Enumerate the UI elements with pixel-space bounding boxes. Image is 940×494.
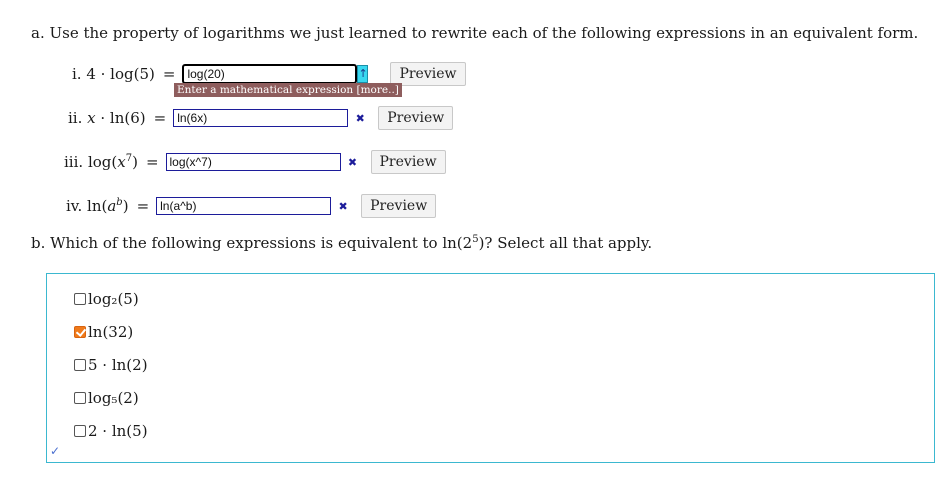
row-ii: ii. x · ln(6) = ln(6x) ✖ Preview	[68, 105, 454, 131]
equals-sign: =	[162, 65, 176, 83]
row-ii-label: ii. x · ln(6)	[68, 109, 146, 127]
checkbox-checked[interactable]	[74, 326, 86, 338]
checkbox[interactable]	[74, 293, 86, 305]
checkmark-icon: ✓	[50, 444, 61, 458]
incorrect-x-icon: ✖	[355, 111, 365, 125]
answer-input-iv[interactable]: ln(a^b)	[156, 197, 332, 215]
incorrect-x-icon: ✖	[338, 199, 348, 213]
input-tooltip: Enter a mathematical expression [more..]	[174, 83, 402, 97]
part-a-prompt: a. Use the property of logarithms we jus…	[31, 24, 919, 42]
row-iv-label: iv. ln(ab)	[66, 197, 129, 215]
choice-option[interactable]: 2 · ln(5)	[74, 422, 148, 440]
equals-sign: =	[145, 153, 159, 171]
incorrect-x-icon: ✖	[347, 155, 358, 169]
answer-input-iii[interactable]: log(x^7)	[165, 153, 341, 171]
row-iii-label: iii. log(x7)	[64, 153, 138, 171]
choice-label: log₅(2)	[88, 389, 139, 407]
choice-label: log₂(5)	[88, 290, 139, 308]
row-iii: iii. log(x7) = log(x^7) ✖ Preview	[64, 149, 446, 175]
preview-button-iv[interactable]: Preview	[361, 194, 437, 218]
choice-option[interactable]: ln(32)	[74, 323, 133, 341]
checkbox[interactable]	[74, 425, 86, 437]
choice-label: 5 · ln(2)	[88, 356, 148, 374]
part-b-prompt: b. Which of the following expressions is…	[31, 234, 653, 252]
choice-option[interactable]: 5 · ln(2)	[74, 356, 148, 374]
choice-option[interactable]: log₂(5)	[74, 290, 139, 308]
choice-label: ln(32)	[88, 323, 134, 341]
choice-option[interactable]: log₅(2)	[74, 389, 139, 407]
equals-sign: =	[153, 109, 167, 127]
preview-button-iii[interactable]: Preview	[370, 150, 446, 174]
answer-input-ii[interactable]: ln(6x)	[173, 109, 349, 127]
row-iv: iv. ln(ab) = ln(a^b) ✖ Preview	[66, 193, 437, 219]
multiple-choice-box: log₂(5) ln(32) 5 · ln(2) log₅(2) 2 · ln(…	[46, 273, 935, 463]
row-i-label: i. 4 · log(5)	[72, 65, 155, 83]
choice-label: 2 · ln(5)	[88, 422, 148, 440]
answer-input-i[interactable]: log(20)	[182, 64, 358, 84]
arrow-up-icon[interactable]: ↑	[357, 65, 369, 83]
equals-sign: =	[136, 197, 150, 215]
checkbox[interactable]	[74, 359, 86, 371]
checkbox[interactable]	[74, 392, 86, 404]
preview-button-ii[interactable]: Preview	[378, 106, 454, 130]
